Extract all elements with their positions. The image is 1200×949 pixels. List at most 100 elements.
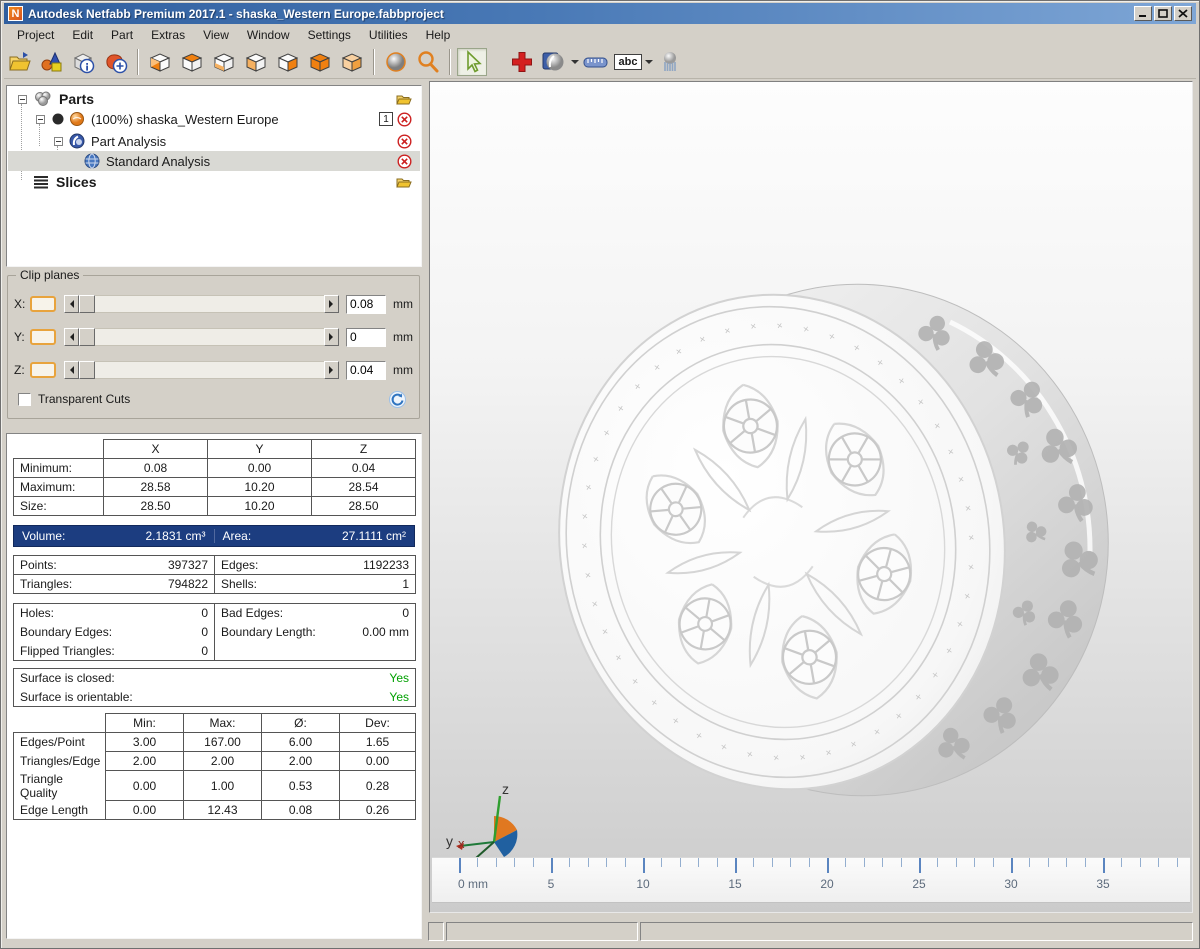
measure-button[interactable] bbox=[581, 48, 611, 76]
part-count-badge: 1 bbox=[379, 112, 393, 126]
menu-extras[interactable]: Extras bbox=[142, 26, 194, 44]
visibility-dot-icon[interactable] bbox=[51, 112, 65, 126]
clip-z-toggle[interactable] bbox=[30, 362, 56, 378]
menu-window[interactable]: Window bbox=[238, 26, 299, 44]
statusbar-resize-cell bbox=[428, 922, 444, 941]
statusbar-cell-left bbox=[446, 922, 638, 941]
tree-item-standard-analysis[interactable]: Standard Analysis bbox=[8, 151, 420, 171]
ruler-ticks: 0 mm 5 10 15 20 25 30 35 bbox=[432, 858, 1190, 902]
close-icon bbox=[1178, 9, 1188, 18]
clip-plane-x-row: X: mm bbox=[14, 294, 413, 314]
analysis-sphere-icon bbox=[542, 52, 564, 71]
magnifier-icon bbox=[418, 51, 439, 73]
tree-item-part[interactable]: (100%) shaska_Western Europe 1 bbox=[8, 109, 420, 129]
remove-analysis-icon[interactable] bbox=[397, 133, 412, 149]
repair-button[interactable] bbox=[507, 48, 537, 76]
support-sphere-icon bbox=[664, 52, 676, 71]
transparent-cuts-checkbox[interactable] bbox=[18, 392, 31, 406]
clip-y-label: Y: bbox=[14, 330, 25, 344]
area-value: 27.1111 cm² bbox=[341, 529, 406, 543]
view-bottom-button[interactable] bbox=[209, 48, 239, 76]
tree-item-part-analysis[interactable]: Part Analysis bbox=[8, 131, 420, 151]
menu-view[interactable]: View bbox=[194, 26, 238, 44]
load-parts-folder-icon[interactable] bbox=[396, 92, 412, 106]
menu-edit[interactable]: Edit bbox=[63, 26, 102, 44]
viewport-ruler: 0 mm 5 10 15 20 25 30 35 bbox=[432, 857, 1190, 903]
clip-z-slider-right-arrow[interactable] bbox=[324, 361, 339, 379]
view-back-button[interactable] bbox=[337, 48, 367, 76]
clip-x-slider-right-arrow[interactable] bbox=[324, 295, 339, 313]
collapse-icon[interactable] bbox=[18, 94, 27, 104]
add-primitive-button[interactable] bbox=[37, 48, 67, 76]
tree-label-slices: Slices bbox=[56, 174, 97, 190]
tree-item-slices[interactable]: Slices bbox=[8, 172, 420, 192]
model-medallion[interactable]: ××××××××××××××××××××××××××××××××××× × × ×××… bbox=[430, 82, 1193, 852]
ruler-icon bbox=[583, 57, 608, 68]
reset-clip-planes-icon[interactable] bbox=[388, 390, 407, 409]
clip-z-slider-left-arrow[interactable] bbox=[64, 361, 79, 379]
repair-cross-icon bbox=[512, 52, 532, 72]
volume-value: 2.1831 cm³ bbox=[145, 529, 206, 543]
clip-y-slider-left-arrow[interactable] bbox=[64, 328, 79, 346]
analysis-dropdown-arrow[interactable] bbox=[570, 48, 580, 76]
analysis-button[interactable] bbox=[539, 48, 569, 76]
tree-label-part-analysis: Part Analysis bbox=[91, 133, 167, 149]
clip-y-input[interactable] bbox=[346, 327, 386, 347]
view-front-button[interactable] bbox=[305, 48, 335, 76]
tree-item-parts[interactable]: Parts bbox=[8, 89, 420, 109]
menu-help[interactable]: Help bbox=[417, 26, 460, 44]
open-project-button[interactable] bbox=[5, 48, 35, 76]
clip-z-slider-track[interactable] bbox=[95, 361, 324, 379]
clip-y-slider-thumb[interactable] bbox=[79, 328, 95, 346]
remove-standard-analysis-icon[interactable] bbox=[397, 153, 412, 169]
quality-col-dev: Dev: bbox=[339, 713, 416, 733]
clip-z-slider-thumb[interactable] bbox=[79, 361, 95, 379]
shaded-sphere-icon bbox=[386, 52, 406, 72]
toolbar-separator bbox=[449, 49, 451, 75]
view-left-button[interactable] bbox=[241, 48, 271, 76]
collapse-icon[interactable] bbox=[54, 136, 63, 146]
menu-utilities[interactable]: Utilities bbox=[360, 26, 417, 44]
minimize-button[interactable] bbox=[1134, 6, 1152, 21]
clip-y-slider-track[interactable] bbox=[95, 328, 324, 346]
add-part-button[interactable] bbox=[101, 48, 131, 76]
clip-y-toggle[interactable] bbox=[30, 329, 56, 345]
view-isometric-button[interactable] bbox=[145, 48, 175, 76]
title-bar[interactable]: N Autodesk Netfabb Premium 2017.1 - shas… bbox=[4, 3, 1196, 24]
table-row: Maximum: 28.58 10.20 28.54 bbox=[13, 477, 416, 497]
collapse-icon[interactable] bbox=[36, 114, 45, 124]
defects-table: Holes: 0 Bad Edges: 0 Boundary Edges: 0 … bbox=[13, 603, 416, 661]
menu-part[interactable]: Part bbox=[102, 26, 142, 44]
statusbar-cell-right bbox=[640, 922, 1193, 941]
clip-z-input[interactable] bbox=[346, 360, 386, 380]
text-tool-button[interactable]: abc bbox=[613, 48, 643, 76]
part-sphere-icon bbox=[70, 112, 84, 126]
clip-y-slider-right-arrow[interactable] bbox=[324, 328, 339, 346]
parts-group-icon bbox=[35, 91, 51, 106]
view-cube-front-icon bbox=[309, 53, 331, 72]
add-part-icon bbox=[106, 54, 128, 74]
clip-x-slider-thumb[interactable] bbox=[79, 295, 95, 313]
shading-button[interactable] bbox=[381, 48, 411, 76]
clip-x-toggle[interactable] bbox=[30, 296, 56, 312]
clip-x-slider-track[interactable] bbox=[95, 295, 324, 313]
support-button[interactable] bbox=[655, 48, 685, 76]
app-logo-icon: N bbox=[8, 6, 23, 21]
view-right-button[interactable] bbox=[273, 48, 303, 76]
remove-part-icon[interactable] bbox=[397, 111, 412, 127]
load-slices-folder-icon[interactable] bbox=[396, 175, 412, 189]
part-info-button[interactable] bbox=[69, 48, 99, 76]
close-button[interactable] bbox=[1174, 6, 1192, 21]
clip-x-input[interactable] bbox=[346, 294, 386, 314]
zoom-button[interactable] bbox=[413, 48, 443, 76]
select-tool-button[interactable] bbox=[457, 48, 487, 76]
view-top-button[interactable] bbox=[177, 48, 207, 76]
clip-x-slider-left-arrow[interactable] bbox=[64, 295, 79, 313]
text-tool-dropdown-arrow[interactable] bbox=[644, 48, 654, 76]
menu-project[interactable]: Project bbox=[8, 26, 63, 44]
viewport-3d[interactable]: × × × × × × × × × × × × × × × × × × × × × × × × × × × × × × × × × × × × × × × ×… bbox=[429, 81, 1193, 913]
maximize-icon bbox=[1158, 9, 1168, 18]
menu-settings[interactable]: Settings bbox=[299, 26, 360, 44]
maximize-button[interactable] bbox=[1154, 6, 1172, 21]
slices-icon bbox=[34, 176, 48, 189]
